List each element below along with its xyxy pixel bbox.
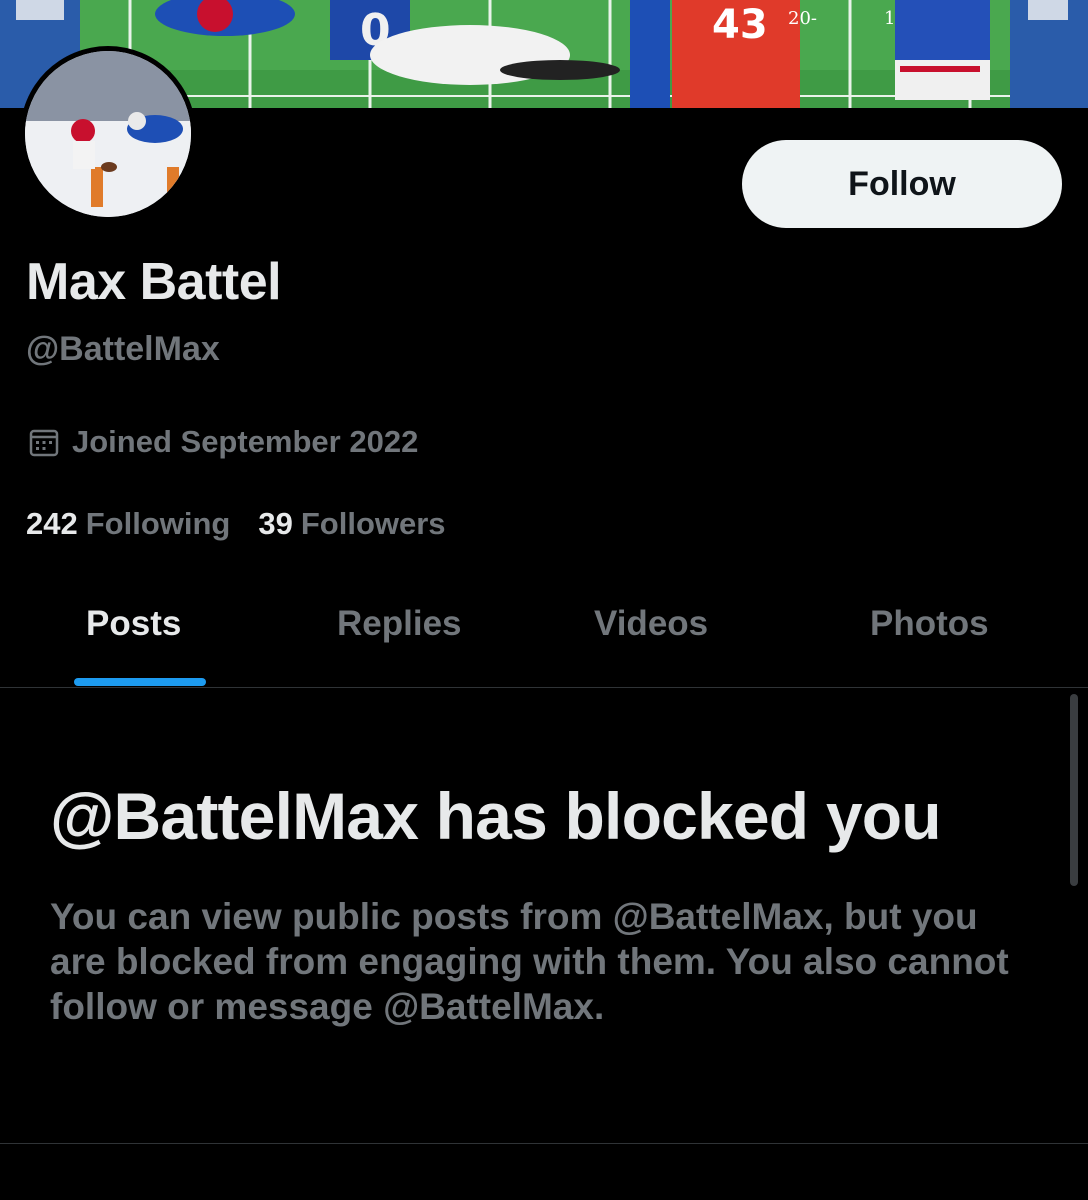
followers-label: Followers bbox=[300, 506, 446, 541]
follow-button[interactable]: Follow bbox=[742, 140, 1062, 228]
tabs-divider bbox=[0, 687, 1088, 688]
profile-stats: 242 Following 39 Followers bbox=[26, 506, 446, 542]
tab-replies[interactable]: Replies bbox=[337, 604, 462, 644]
blocked-title: @BattelMax has blocked you bbox=[50, 779, 942, 853]
svg-text:43: 43 bbox=[712, 2, 768, 48]
tab-photos[interactable]: Photos bbox=[870, 604, 989, 644]
calendar-icon bbox=[28, 426, 60, 458]
profile-avatar[interactable] bbox=[20, 46, 196, 222]
tab-posts[interactable]: Posts bbox=[86, 604, 181, 644]
avatar-image bbox=[25, 51, 191, 217]
content-divider bbox=[0, 1143, 1088, 1144]
joined-date: Joined September 2022 bbox=[28, 424, 418, 460]
svg-text:1: 1 bbox=[884, 8, 895, 29]
blocked-message: You can view public posts from @BattelMa… bbox=[50, 896, 1009, 1027]
following-count: 242 bbox=[26, 506, 78, 541]
display-name: Max Battel bbox=[26, 253, 282, 311]
active-tab-indicator bbox=[74, 678, 206, 686]
joined-text: Joined September 2022 bbox=[72, 424, 419, 459]
tab-videos[interactable]: Videos bbox=[594, 604, 708, 644]
followers-count: 39 bbox=[258, 506, 293, 541]
profile-handle: @BattelMax bbox=[26, 330, 220, 368]
followers-link[interactable]: 39 Followers bbox=[258, 506, 445, 542]
following-link[interactable]: 242 Following bbox=[26, 506, 230, 542]
svg-text:20-: 20- bbox=[788, 8, 817, 29]
profile-tabs: Posts Replies Videos Photos bbox=[0, 586, 1088, 686]
following-label: Following bbox=[85, 506, 231, 541]
scrollbar[interactable] bbox=[1070, 694, 1078, 886]
